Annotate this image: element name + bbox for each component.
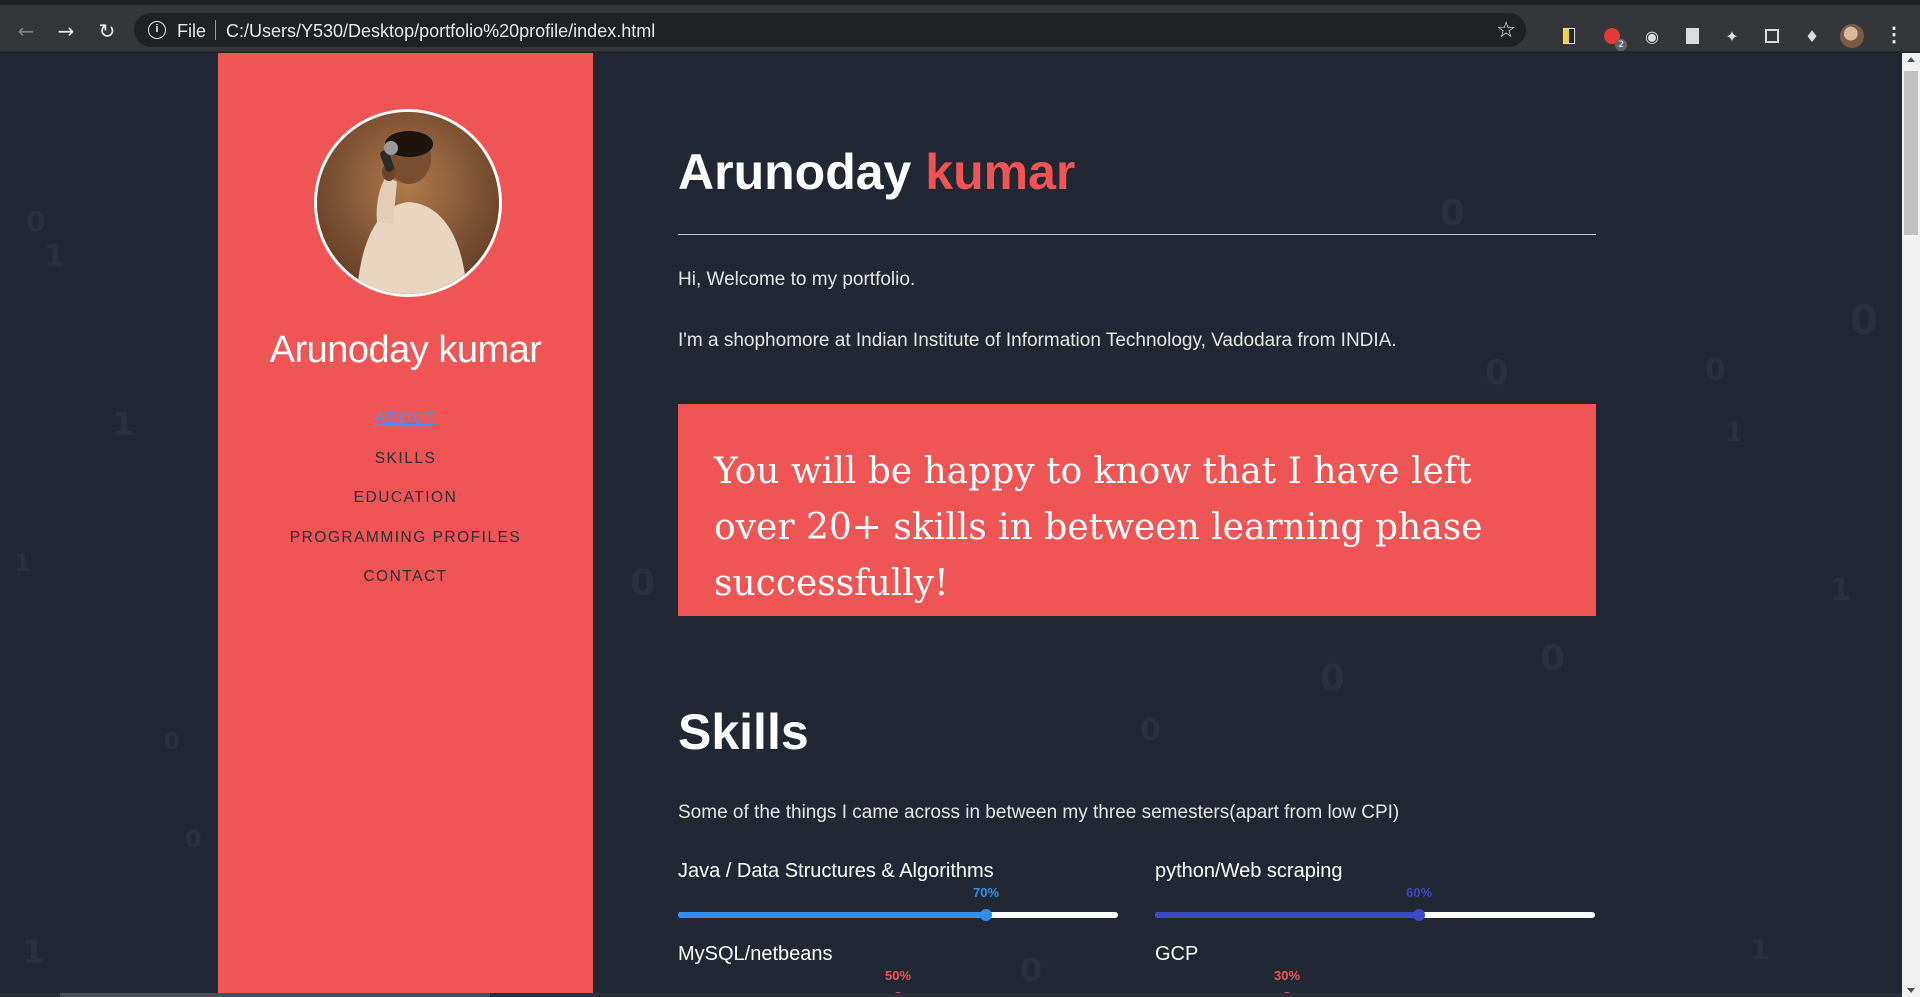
nav-education[interactable]: EDUCATION <box>218 478 593 518</box>
skill-bar-knob <box>980 909 992 921</box>
sidebar-name: Arunoday kumar <box>269 329 542 371</box>
profile-avatar-icon[interactable] <box>1840 24 1864 48</box>
background-digit: 0 <box>1020 951 1043 989</box>
url-separator <box>215 20 216 40</box>
nav-contact[interactable]: CONTACT <box>218 557 593 597</box>
background-digit: 0 <box>630 563 656 604</box>
background-digit: 0 <box>1485 353 1509 393</box>
url-scheme: File <box>177 21 207 41</box>
background-digit: 0 <box>1705 353 1726 388</box>
background-digit: 0 <box>1850 298 1878 344</box>
background-digit: 1 <box>1830 573 1851 608</box>
copy-extension-icon[interactable] <box>1762 26 1782 46</box>
skill-label: GCP <box>1155 943 1199 965</box>
skill-percent: 70% <box>972 885 1000 900</box>
menu-icon[interactable]: ⋮ <box>1884 22 1904 47</box>
scroll-up-icon[interactable] <box>1907 57 1915 62</box>
page-viewport: 0 1 1 1 0 0 1 0 0 0 0 0 1 1 0 0 0 0 1 Ar… <box>0 53 1902 997</box>
skills-heading: Skills <box>678 704 809 760</box>
skill-percent: 30% <box>1273 968 1301 983</box>
extensions-icon[interactable]: ♦ <box>1802 26 1822 46</box>
profile-photo-image <box>317 112 499 294</box>
greeting-text: Hi, Welcome to my portfolio. <box>678 269 916 290</box>
skill-label: MySQL/netbeans <box>678 943 833 965</box>
horizontal-scrollbar-thumb[interactable] <box>60 993 490 997</box>
reload-icon[interactable]: ↻ <box>94 18 120 44</box>
back-icon[interactable]: ← <box>13 18 39 44</box>
bookmark-extension-icon[interactable] <box>1559 26 1579 46</box>
title-first-name: Arunoday <box>678 144 912 200</box>
highlight-quote: You will be happy to know that I have le… <box>678 404 1596 616</box>
tab-strip <box>0 0 1920 8</box>
skill-percent: 60% <box>1405 885 1433 900</box>
skill-bar-track <box>1155 909 1595 921</box>
background-digit: 1 <box>112 405 135 443</box>
background-digit: 1 <box>22 933 45 971</box>
skill-bar-fill <box>1155 912 1419 918</box>
satellite-extension-icon[interactable]: ✦ <box>1722 26 1742 46</box>
url-text[interactable]: C:/Users/Y530/Desktop/portfolio%20profil… <box>226 21 655 42</box>
title-last-name: kumar <box>925 144 1076 200</box>
background-digit: 0 <box>26 205 46 238</box>
nav-about[interactable]: ABOUT <box>218 399 593 439</box>
skill-bar-knob <box>1413 909 1425 921</box>
horizontal-scrollbar[interactable] <box>0 993 1902 997</box>
background-digit: 0 <box>1440 193 1466 234</box>
title-divider <box>678 234 1596 235</box>
side-navigation: ABOUT SKILLS EDUCATION PROGRAMMING PROFI… <box>218 399 593 597</box>
forward-icon[interactable]: → <box>53 18 79 44</box>
background-digit: 0 <box>1320 658 1346 699</box>
scrollbar-thumb[interactable] <box>1904 71 1918 235</box>
background-digit: 1 <box>44 239 65 274</box>
background-digit: 0 <box>185 825 202 853</box>
browser-toolbar: ← → ↻ i File C:/Users/Y530/Desktop/portf… <box>0 8 1920 52</box>
address-bar[interactable]: i File C:/Users/Y530/Desktop/portfolio%2… <box>134 13 1526 47</box>
star-icon[interactable]: ☆ <box>1496 17 1516 43</box>
nav-skills[interactable]: SKILLS <box>218 439 593 479</box>
info-icon[interactable]: i <box>148 21 166 39</box>
background-digit: 0 <box>1540 638 1566 679</box>
document-extension-icon[interactable] <box>1682 26 1702 46</box>
nav-programming-profiles[interactable]: PROGRAMMING PROFILES <box>218 518 593 558</box>
profile-photo <box>314 109 502 297</box>
skills-description: Some of the things I came across in betw… <box>678 802 1400 823</box>
scroll-down-icon[interactable] <box>1907 988 1915 993</box>
background-digit: 0 <box>164 730 180 755</box>
skill-percent: 50% <box>884 968 912 983</box>
globe-extension-icon[interactable]: ◉ <box>1642 26 1662 46</box>
background-digit: 1 <box>1750 933 1770 966</box>
skill-label: Java / Data Structures & Algorithms <box>678 860 994 882</box>
background-digit: 0 <box>1140 713 1161 748</box>
adblock-extension-icon[interactable]: 2 <box>1602 26 1627 51</box>
extension-badge: 2 <box>1615 39 1627 51</box>
page-title: Arunoday kumar <box>678 143 1075 201</box>
background-digit: 1 <box>1725 418 1744 448</box>
skill-label: python/Web scraping <box>1155 860 1343 882</box>
skill-bar-fill <box>678 912 986 918</box>
sidebar: Arunoday kumar ABOUT SKILLS EDUCATION PR… <box>218 53 593 997</box>
background-digit: 1 <box>14 549 31 577</box>
intro-text: I'm a shophomore at Indian Institute of … <box>678 330 1397 351</box>
skill-bar-track <box>678 909 1118 921</box>
vertical-scrollbar[interactable] <box>1902 53 1920 997</box>
